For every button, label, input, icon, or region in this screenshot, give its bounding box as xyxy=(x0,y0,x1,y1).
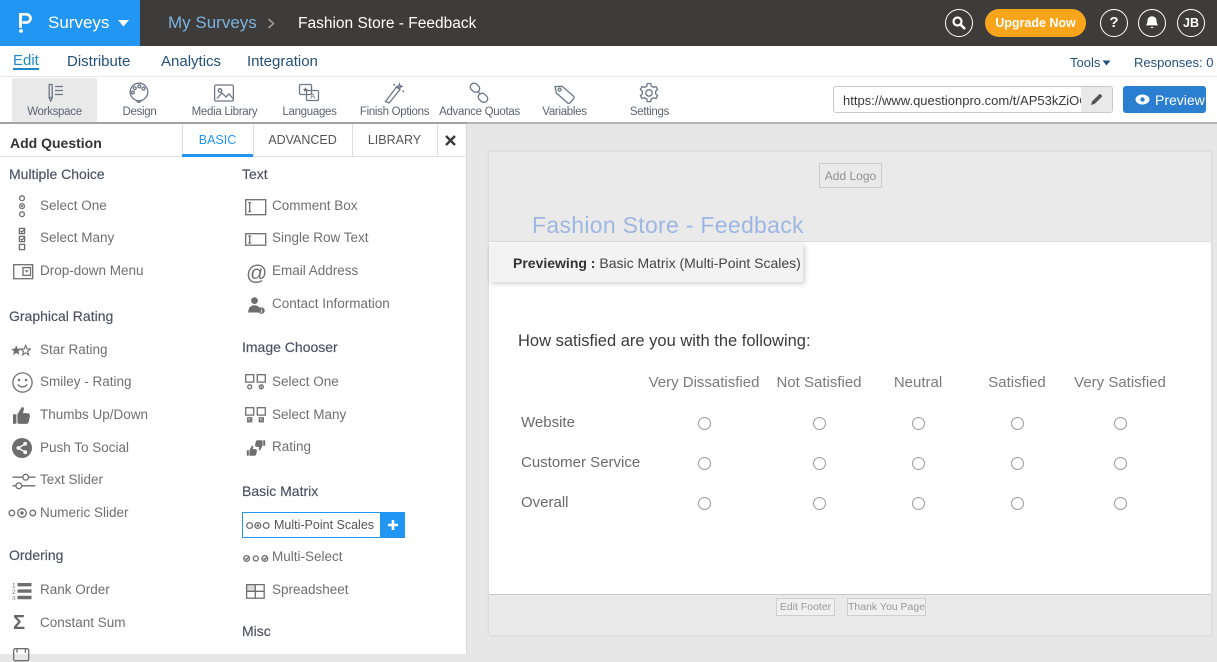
svg-text:3: 3 xyxy=(12,595,16,600)
svg-text:★: ★ xyxy=(302,86,308,94)
svg-text:A: A xyxy=(310,91,315,100)
